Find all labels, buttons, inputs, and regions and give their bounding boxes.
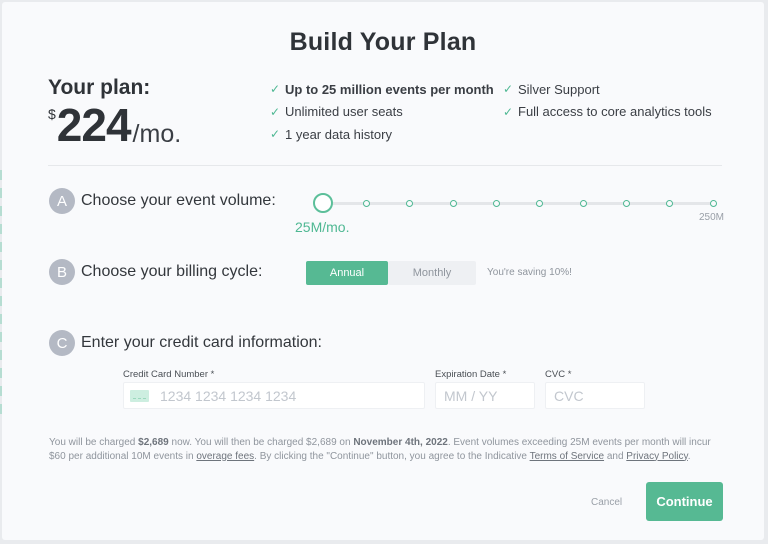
expiry-label: Expiration Date * xyxy=(435,369,507,380)
check-icon: ✓ xyxy=(503,104,514,119)
slider-value-label: 25M/mo. xyxy=(295,219,350,235)
legal-text: and xyxy=(604,450,627,462)
card-number-input[interactable]: 1234 1234 1234 1234 xyxy=(123,382,425,409)
slider-tick[interactable] xyxy=(579,200,587,207)
step-event-volume: A Choose your event volume: xyxy=(49,188,276,214)
slider-track[interactable] xyxy=(323,202,713,205)
price-currency: $ xyxy=(48,106,56,122)
billing-option-annual[interactable]: Annual xyxy=(306,261,388,285)
slider-tick[interactable] xyxy=(709,200,717,207)
slider-tick[interactable] xyxy=(406,200,414,207)
feature-list-primary: ✓ Up to 25 million events per month ✓ Un… xyxy=(270,78,494,146)
overage-fees-link[interactable]: overage fees xyxy=(196,451,254,462)
check-icon: ✓ xyxy=(503,82,514,97)
charge-amount: $2,689 xyxy=(138,437,169,448)
section-divider xyxy=(48,165,722,166)
feature-item: ✓ 1 year data history xyxy=(270,123,494,146)
charge-disclosure: You will be charged $2,689 now. You will… xyxy=(49,436,729,463)
cancel-button[interactable]: Cancel xyxy=(591,497,622,508)
step-badge-a: A xyxy=(49,188,75,214)
renewal-date: November 4th, 2022 xyxy=(353,437,448,448)
legal-text: . By clicking the "Continue" button, you… xyxy=(254,450,530,462)
cvc-placeholder: CVC xyxy=(554,387,584,404)
price-period: /mo. xyxy=(132,120,182,148)
step-badge-b: B xyxy=(49,259,75,285)
cvc-label: CVC * xyxy=(545,369,572,380)
slider-tick[interactable] xyxy=(449,200,457,207)
credit-card-icon xyxy=(130,389,149,402)
terms-of-service-link[interactable]: Terms of Service xyxy=(530,451,604,462)
slider-tick[interactable] xyxy=(622,200,630,207)
expiry-placeholder: MM / YY xyxy=(444,387,498,404)
plan-price: $ 224 /mo. xyxy=(48,100,181,150)
check-icon: ✓ xyxy=(270,104,281,119)
step-badge-c: C xyxy=(49,330,75,356)
continue-button[interactable]: Continue xyxy=(646,482,723,521)
plan-label: Your plan: xyxy=(48,76,151,99)
build-plan-modal: Build Your Plan Your plan: $ 224 /mo. ✓ … xyxy=(2,2,764,540)
event-volume-slider[interactable] xyxy=(313,193,717,213)
step-billing-cycle: B Choose your billing cycle: xyxy=(49,259,262,285)
feature-text: 1 year data history xyxy=(285,126,392,142)
legal-text: now. You will then be charged $2,689 on xyxy=(168,437,354,448)
saving-note: You're saving 10%! xyxy=(487,267,572,278)
billing-option-monthly[interactable]: Monthly xyxy=(388,261,476,285)
feature-item: ✓ Silver Support xyxy=(503,78,712,101)
feature-text: Silver Support xyxy=(518,81,600,97)
feature-text: Up to 25 million events per month xyxy=(285,81,494,97)
card-number-label: Credit Card Number * xyxy=(123,369,215,380)
feature-text: Full access to core analytics tools xyxy=(518,104,712,120)
step-label: Choose your billing cycle: xyxy=(81,263,263,280)
cvc-input[interactable]: CVC xyxy=(545,382,645,409)
slider-tick[interactable] xyxy=(536,200,544,207)
step-credit-card: C Enter your credit card information: xyxy=(49,330,322,356)
legal-text: You will be charged xyxy=(49,437,139,448)
price-amount: 224 xyxy=(56,99,132,151)
slider-max-label: 250M xyxy=(699,212,725,223)
check-icon: ✓ xyxy=(270,127,281,142)
billing-cycle-toggle: Annual Monthly xyxy=(306,261,476,285)
legal-text: . xyxy=(687,450,691,462)
slider-tick[interactable] xyxy=(492,200,500,207)
feature-text: Unlimited user seats xyxy=(285,104,403,120)
slider-tick[interactable] xyxy=(362,200,370,207)
feature-item: ✓ Full access to core analytics tools xyxy=(503,101,712,124)
privacy-policy-link[interactable]: Privacy Policy xyxy=(626,451,688,462)
feature-item: ✓ Unlimited user seats xyxy=(270,101,494,124)
modal-title: Build Your Plan xyxy=(289,28,477,56)
step-label: Enter your credit card information: xyxy=(81,334,322,351)
check-icon: ✓ xyxy=(270,82,281,97)
slider-tick[interactable] xyxy=(666,200,674,207)
card-number-placeholder: 1234 1234 1234 1234 xyxy=(160,387,297,404)
expiry-input[interactable]: MM / YY xyxy=(435,382,535,409)
feature-list-secondary: ✓ Silver Support ✓ Full access to core a… xyxy=(503,78,712,123)
slider-handle[interactable] xyxy=(313,193,333,213)
feature-item: ✓ Up to 25 million events per month xyxy=(270,78,494,101)
step-label: Choose your event volume: xyxy=(81,192,276,209)
